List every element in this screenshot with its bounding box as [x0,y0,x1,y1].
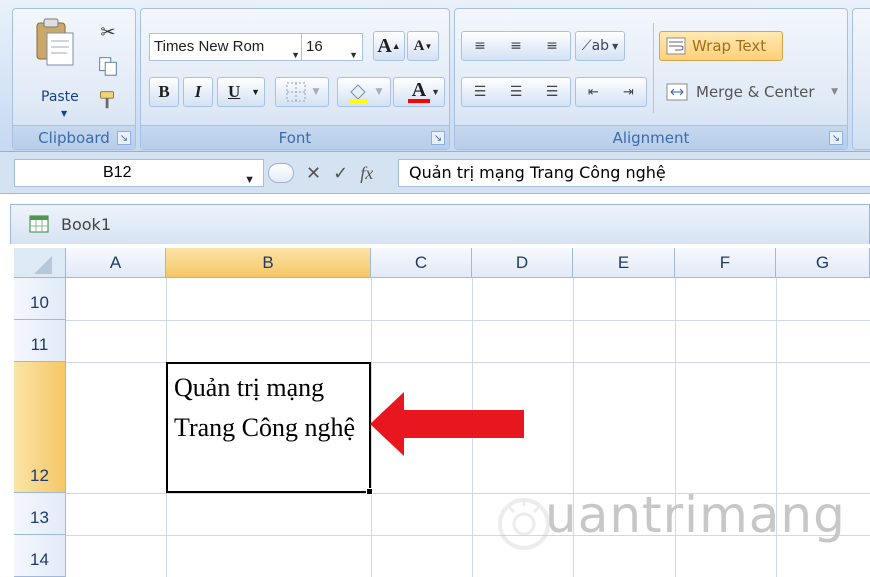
fill-bucket-icon [348,84,367,103]
font-color-label: A [411,79,427,101]
ribbon: Paste ▼ ✂ Clipboard ↘ Times New Rom ▼ 16… [0,0,870,152]
number-group-partial [852,8,870,150]
alignment-group: ≡ ≡ ≡ ⟋ab ▼ ☰ ☰ ☰ ⇤ ⇥ Wrap Text Merge & … [454,8,848,150]
wrap-text-label: Wrap Text [692,37,767,55]
decrease-indent-icon[interactable]: ⇤ [576,85,611,100]
increase-indent-icon[interactable]: ⇥ [611,85,646,100]
enter-icon[interactable]: ✓ [333,163,348,184]
top-align-icon[interactable]: ≡ [462,38,498,54]
excel-workbook-icon [29,215,49,233]
paste-button-label[interactable]: Paste [41,89,79,105]
grow-font-label: A [377,34,392,57]
paste-icon[interactable] [33,15,77,77]
shrink-font-button[interactable]: A ▼ [407,31,439,61]
font-group-label: Font [141,125,449,149]
font-name-value: Times New Rom [154,38,265,55]
vertical-align-buttons: ≡ ≡ ≡ [461,31,571,61]
merge-center-button[interactable]: Merge & Center ▼ [659,77,845,107]
chevron-down-icon[interactable]: ▼ [349,42,358,68]
column-header-c[interactable]: C [371,248,472,278]
chevron-down-icon[interactable]: ▼ [831,87,838,97]
wrap-text-button[interactable]: Wrap Text [659,31,783,61]
select-all-icon [34,256,52,274]
row-header-13[interactable]: 13 [14,493,66,535]
column-header-d[interactable]: D [472,248,573,278]
copy-icon[interactable] [95,53,121,79]
chevron-down-icon[interactable]: ▼ [251,87,260,97]
format-painter-icon[interactable] [95,87,121,113]
font-name-select[interactable]: Times New Rom ▼ [149,33,305,61]
align-left-icon[interactable]: ☰ [462,84,498,100]
row-header-11[interactable]: 11 [14,320,66,362]
column-header-e[interactable]: E [573,248,675,278]
orientation-button[interactable]: ⟋ab ▼ [575,31,625,61]
column-header-b[interactable]: B [166,248,371,278]
column-header-g[interactable]: G [776,248,870,278]
fill-color-button[interactable]: ▼ [337,77,391,107]
fill-handle[interactable] [366,488,373,495]
cancel-icon[interactable]: ✕ [306,163,321,184]
clipboard-dialog-launcher-icon[interactable]: ↘ [117,131,131,145]
align-center-icon[interactable]: ☰ [498,84,534,100]
chevron-down-icon[interactable]: ▼ [431,87,440,97]
middle-align-icon[interactable]: ≡ [498,38,534,54]
chevron-down-icon[interactable]: ▼ [244,167,255,193]
italic-button[interactable]: I [183,77,213,107]
workbook-title-bar: Book1 [10,204,870,244]
row-header-14[interactable]: 14 [14,535,66,577]
bottom-align-icon[interactable]: ≡ [534,38,570,54]
align-right-icon[interactable]: ☰ [534,84,570,100]
font-dialog-launcher-icon[interactable]: ↘ [431,131,445,145]
formula-bar-buttons: ✕ ✓ fx [262,159,396,187]
orientation-icon: ⟋ab [581,38,610,54]
gridline [66,320,870,321]
watermark-text: uantrimang [545,486,846,544]
merge-center-icon [666,83,688,101]
workbook-title: Book1 [61,215,111,234]
active-cell-b12[interactable]: Quản trị mạng Trang Công nghệ [166,362,371,493]
indent-buttons: ⇤ ⇥ [575,77,647,107]
column-header-a[interactable]: A [66,248,166,278]
chevron-down-icon[interactable]: ▼ [291,42,300,68]
paste-dropdown-caret[interactable]: ▼ [61,109,67,118]
clipboard-group: Paste ▼ ✂ Clipboard ↘ [12,8,136,150]
chevron-down-icon[interactable]: ▼ [313,87,320,97]
formula-bar: B12 ▼ ✕ ✓ fx Quản trị mạng Trang Công ng… [0,152,870,194]
underline-label: U [228,82,241,101]
column-header-f[interactable]: F [675,248,776,278]
font-color-button[interactable]: A ▼ [393,77,445,107]
red-arrow-annotation [370,392,524,456]
shrink-font-label: A [413,37,425,54]
font-group: Times New Rom ▼ 16 ▼ A ▲ A ▼ B I U ▼ ▼ ▼… [140,8,450,150]
font-size-value: 16 [306,38,323,55]
name-box[interactable]: B12 ▼ [14,159,264,187]
chevron-down-icon[interactable]: ▼ [612,42,618,51]
separator [653,23,654,113]
insert-function-icon[interactable]: fx [360,163,373,184]
alignment-group-label: Alignment [455,125,847,149]
row-header-10[interactable]: 10 [14,278,66,320]
font-size-select[interactable]: 16 ▼ [301,33,363,61]
horizontal-align-buttons: ☰ ☰ ☰ [461,77,571,107]
row-header-12[interactable]: 12 [14,362,66,493]
formula-input[interactable]: Quản trị mạng Trang Công nghệ [398,159,870,187]
wrap-text-icon [666,37,686,55]
borders-button[interactable]: ▼ [275,77,329,107]
font-color-swatch [408,99,430,103]
name-box-value: B12 [103,164,132,181]
alignment-dialog-launcher-icon[interactable]: ↘ [829,131,843,145]
bold-button[interactable]: B [149,77,179,107]
underline-button[interactable]: U ▼ [217,77,265,107]
chevron-down-icon[interactable]: ▼ [376,87,383,97]
merge-center-label: Merge & Center [696,83,815,101]
cut-icon[interactable]: ✂ [95,19,121,45]
grow-font-button[interactable]: A ▲ [373,31,405,61]
borders-icon [286,82,306,102]
